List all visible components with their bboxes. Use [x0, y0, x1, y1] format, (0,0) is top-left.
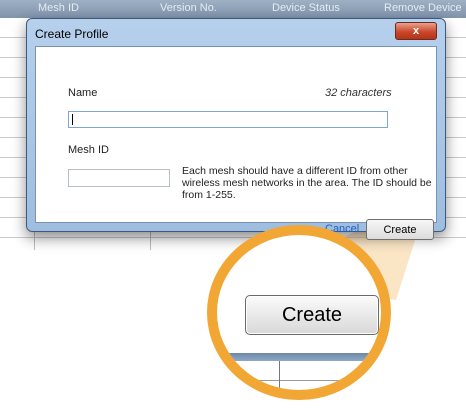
- close-icon: x: [412, 25, 420, 37]
- zoomed-column-divider: [279, 361, 280, 390]
- name-label: Name: [68, 87, 98, 99]
- column-header-device-status[interactable]: Device Status: [272, 2, 340, 14]
- mesh-id-label: Mesh ID: [68, 144, 109, 156]
- column-header-version[interactable]: Version No.: [160, 2, 217, 14]
- table-header: Mesh ID Version No. Device Status Remove…: [0, 0, 466, 18]
- name-input[interactable]: [68, 111, 388, 128]
- zoomed-dialog-edge: [217, 353, 381, 361]
- create-button-zoomed: Create: [245, 295, 379, 335]
- column-header-remove-device[interactable]: Remove Device: [384, 2, 462, 14]
- text-caret: [72, 114, 73, 125]
- zoomed-table-rows: [217, 361, 381, 390]
- create-profile-dialog: Create Profile x Name 32 characters Mesh…: [26, 18, 446, 240]
- char-limit-hint: 32 characters: [325, 87, 392, 99]
- zoom-content: Create: [217, 235, 381, 390]
- mesh-id-input[interactable]: [68, 169, 170, 187]
- zoom-magnifier: Create: [207, 225, 391, 400]
- dialog-title: Create Profile: [35, 27, 109, 41]
- column-header-mesh-id[interactable]: Mesh ID: [38, 2, 79, 14]
- close-button[interactable]: x: [395, 22, 437, 40]
- mesh-id-help-text: Each mesh should have a different ID fro…: [182, 165, 432, 201]
- dialog-body: Name 32 characters Mesh ID Each mesh sho…: [35, 46, 437, 240]
